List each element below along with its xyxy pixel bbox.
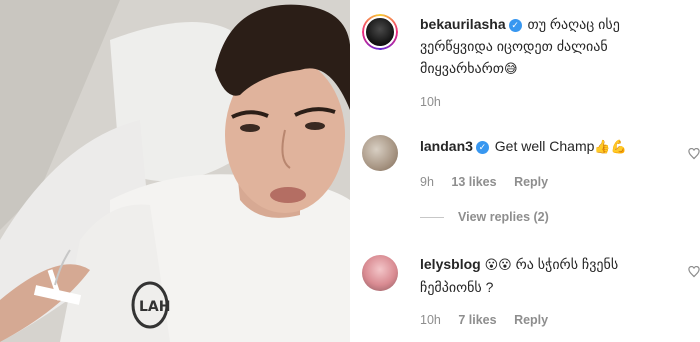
avatar[interactable]: [362, 255, 398, 291]
comment-text: რა სჭირს ჩვენს: [515, 256, 619, 272]
comment-username[interactable]: landan3: [420, 138, 473, 154]
post-photo-illustration: LAH: [0, 0, 350, 342]
avatar[interactable]: [362, 135, 398, 171]
view-replies-label: View replies (2): [458, 210, 549, 224]
comment-time[interactable]: 10h: [420, 313, 441, 327]
comment-body: landan3 ✓ Get well Champ👍💪: [420, 135, 690, 158]
comment-meta: 9h 13 likes Reply: [420, 175, 562, 189]
comment-meta: 10h: [420, 95, 455, 109]
reply-button[interactable]: Reply: [514, 175, 548, 189]
comment-text: მიყვარხართ: [420, 60, 505, 76]
comments-panel: bekaurilasha ✓ თუ რაღაც ისე ვერწყვიდა იცო…: [350, 0, 700, 342]
comment-text: Get well Champ: [494, 138, 595, 154]
heart-icon[interactable]: [688, 266, 700, 278]
comment-time[interactable]: 9h: [420, 175, 434, 189]
likes-count[interactable]: 7 likes: [458, 313, 496, 327]
reply-button[interactable]: Reply: [514, 313, 548, 327]
comment-time[interactable]: 10h: [420, 95, 441, 109]
comment-body: lelysblog 😮😮 რა სჭირს ჩვენს ჩემპიონს ?: [420, 253, 690, 298]
view-replies-button[interactable]: View replies (2): [420, 210, 549, 224]
comment-text: თუ რაღაც ისე: [527, 16, 620, 32]
verified-badge-icon: ✓: [508, 19, 522, 32]
comment-text: ვერწყვიდა იცოდეთ ძალიან: [420, 38, 608, 54]
comment-body: bekaurilasha ✓ თუ რაღაც ისე ვერწყვიდა იცო…: [420, 13, 690, 80]
post-photo: LAH: [0, 0, 350, 342]
likes-count[interactable]: 13 likes: [451, 175, 496, 189]
verified-badge-icon: ✓: [475, 141, 489, 154]
comment-username[interactable]: bekaurilasha: [420, 16, 506, 32]
story-ring: [362, 14, 398, 50]
emoji-text: 👍💪: [594, 139, 627, 154]
comment-username[interactable]: lelysblog: [420, 256, 481, 272]
divider: [420, 217, 444, 219]
emoji-text: 😅: [504, 61, 518, 76]
svg-text:LAH: LAH: [139, 299, 170, 315]
heart-icon[interactable]: [688, 148, 700, 160]
comment-meta: 10h 7 likes Reply: [420, 313, 562, 327]
comment-text: ჩემპიონს ?: [420, 279, 494, 295]
avatar[interactable]: [362, 14, 398, 50]
emoji-text: 😮😮: [484, 257, 512, 272]
